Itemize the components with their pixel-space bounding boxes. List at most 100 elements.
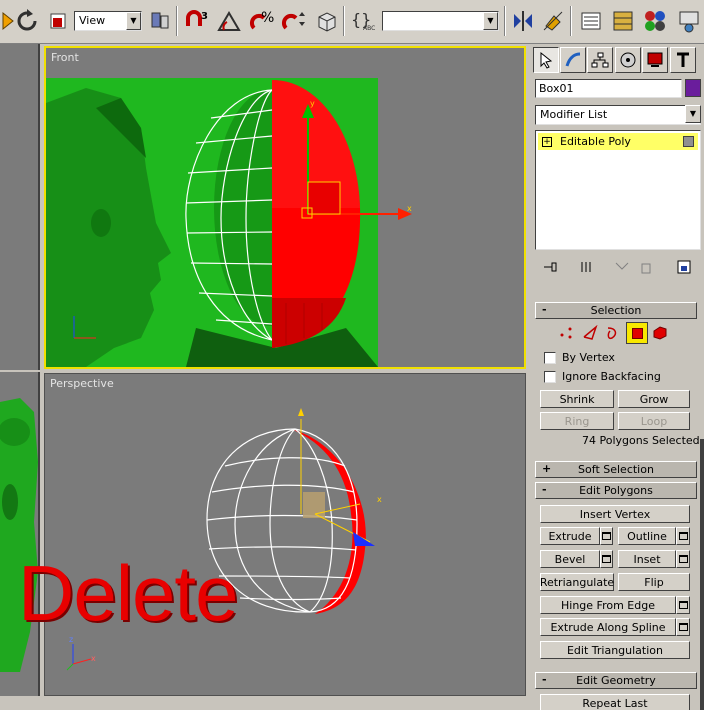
rollout-sign: - (542, 303, 547, 316)
pin-stack-icon[interactable] (541, 258, 559, 276)
modifier-list-arrow[interactable]: ▼ (684, 105, 701, 125)
named-selection-sets-combo[interactable]: ▼ (382, 11, 499, 31)
snap-label: 3 (201, 11, 208, 22)
modifier-list-dropdown[interactable]: Modifier List ▼ (535, 105, 701, 125)
ignore-backfacing-checkbox[interactable] (544, 371, 556, 383)
object-color-swatch[interactable] (685, 79, 701, 97)
grow-button[interactable]: Grow (618, 390, 690, 408)
svg-text:x: x (91, 654, 96, 663)
extrude-button[interactable]: Extrude (540, 527, 600, 545)
tab-display[interactable] (642, 47, 668, 73)
rollout-sign: - (542, 483, 547, 496)
left-viewport-partial[interactable] (0, 372, 40, 696)
rollout-sign: + (542, 462, 552, 475)
command-panel: Box01 Modifier List ▼ + Editable Poly - … (530, 44, 704, 710)
render-icon[interactable] (674, 6, 704, 36)
chevron-down-icon[interactable]: ▼ (685, 105, 701, 123)
rollout-title: Selection (590, 304, 642, 317)
outline-button[interactable]: Outline (618, 527, 676, 545)
bevel-button[interactable]: Bevel (540, 550, 600, 568)
shrink-button[interactable]: Shrink (540, 390, 614, 408)
bevel-settings-icon[interactable] (600, 550, 613, 568)
tab-hierarchy[interactable] (587, 47, 613, 73)
percent-snap-icon[interactable]: % (248, 6, 278, 36)
perspective-viewport[interactable]: Perspective x z x (44, 373, 526, 696)
selection-status: 74 Polygons Selected (582, 434, 700, 447)
modifier-stack[interactable]: + Editable Poly (535, 130, 701, 250)
insert-vertex-button[interactable]: Insert Vertex (540, 505, 690, 523)
inset-button[interactable]: Inset (618, 550, 676, 568)
main-toolbar: View ▼ 3 % {} ABC ▼ (0, 0, 704, 44)
tab-motion[interactable] (615, 47, 641, 73)
curve-editor-icon[interactable] (608, 6, 638, 36)
toolbar-separator (176, 6, 178, 36)
inset-settings-icon[interactable] (676, 550, 690, 568)
toolbar-separator (343, 6, 345, 36)
ignore-backfacing-label: Ignore Backfacing (562, 370, 661, 383)
toolbar-separator (504, 6, 506, 36)
pivot-center-icon[interactable] (145, 6, 175, 36)
chevron-down-icon[interactable]: ▼ (126, 12, 141, 30)
tab-modify[interactable] (560, 47, 586, 73)
svg-text:x: x (407, 204, 412, 213)
vertex-level-icon[interactable] (558, 325, 574, 341)
rollout-edit-geometry-header[interactable]: - Edit Geometry (535, 672, 697, 689)
by-vertex-label: By Vertex (562, 351, 615, 364)
perspective-scene: x z x (66, 408, 382, 671)
extrude-settings-icon[interactable] (600, 527, 613, 545)
rollout-selection-header[interactable]: - Selection (535, 302, 697, 319)
rollout-sign: - (542, 673, 547, 686)
reference-coordinate-combo[interactable]: View ▼ (74, 11, 142, 31)
flip-button[interactable]: Flip (618, 573, 690, 591)
tab-utilities[interactable] (670, 47, 696, 73)
front-scene: x y (46, 78, 412, 367)
stack-item-editable-poly[interactable]: + Editable Poly (538, 133, 698, 150)
named-selection-icon[interactable] (312, 6, 342, 36)
command-panel-scrollbar[interactable] (700, 439, 704, 710)
show-end-result-icon[interactable] (577, 258, 595, 276)
outline-settings-icon[interactable] (676, 527, 690, 545)
align-icon[interactable] (538, 6, 568, 36)
tab-create[interactable] (533, 47, 559, 73)
remove-modifier-icon[interactable] (637, 258, 655, 276)
chevron-down-icon[interactable]: ▼ (483, 12, 498, 30)
rollout-edit-polygons-header[interactable]: - Edit Polygons (535, 482, 697, 499)
layer-manager-icon[interactable] (576, 6, 606, 36)
element-level-icon[interactable] (652, 325, 668, 341)
angle-snap-icon[interactable] (214, 6, 244, 36)
make-unique-icon[interactable] (613, 258, 631, 276)
top-viewport-partial[interactable] (0, 44, 40, 370)
toolbar-separator (570, 6, 572, 36)
mirror-icon[interactable] (508, 6, 538, 36)
stack-item-label: Editable Poly (560, 135, 631, 148)
border-level-icon[interactable] (604, 325, 620, 341)
stack-item-toggle-icon[interactable] (683, 136, 694, 147)
expand-icon[interactable]: + (542, 136, 552, 147)
object-name-field[interactable]: Box01 (535, 79, 682, 98)
rollout-soft-selection-header[interactable]: + Soft Selection (535, 461, 697, 478)
svg-text:y: y (310, 99, 315, 108)
snap-3-icon[interactable]: 3 (182, 6, 212, 36)
extrude-along-spline-button[interactable]: Extrude Along Spline (540, 618, 676, 636)
edge-level-icon[interactable] (582, 325, 598, 341)
loop-button[interactable]: Loop (618, 412, 690, 430)
edit-triangulation-button[interactable]: Edit Triangulation (540, 641, 690, 659)
retriangulate-button[interactable]: Retriangulate (540, 573, 614, 591)
scale-icon[interactable] (42, 6, 72, 36)
polygon-level-button[interactable] (626, 322, 648, 344)
extrude-along-spline-settings-icon[interactable] (676, 618, 690, 636)
spinner-snap-icon[interactable] (280, 6, 310, 36)
hinge-from-edge-button[interactable]: Hinge From Edge (540, 596, 676, 614)
app-window: View ▼ 3 % {} ABC ▼ Front x y Perspectiv… (0, 0, 704, 710)
rotate-icon[interactable] (12, 6, 42, 36)
repeat-last-button[interactable]: Repeat Last (540, 694, 690, 710)
svg-text:x: x (377, 495, 382, 504)
motion-icon (620, 52, 636, 68)
ring-button[interactable]: Ring (540, 412, 614, 430)
configure-modifier-sets-icon[interactable] (675, 258, 693, 276)
front-viewport[interactable]: Front x y (44, 46, 526, 369)
edit-named-selection-icon[interactable]: {} ABC (348, 6, 378, 36)
by-vertex-checkbox[interactable] (544, 352, 556, 364)
hinge-settings-icon[interactable] (676, 596, 690, 614)
material-editor-icon[interactable] (640, 6, 670, 36)
